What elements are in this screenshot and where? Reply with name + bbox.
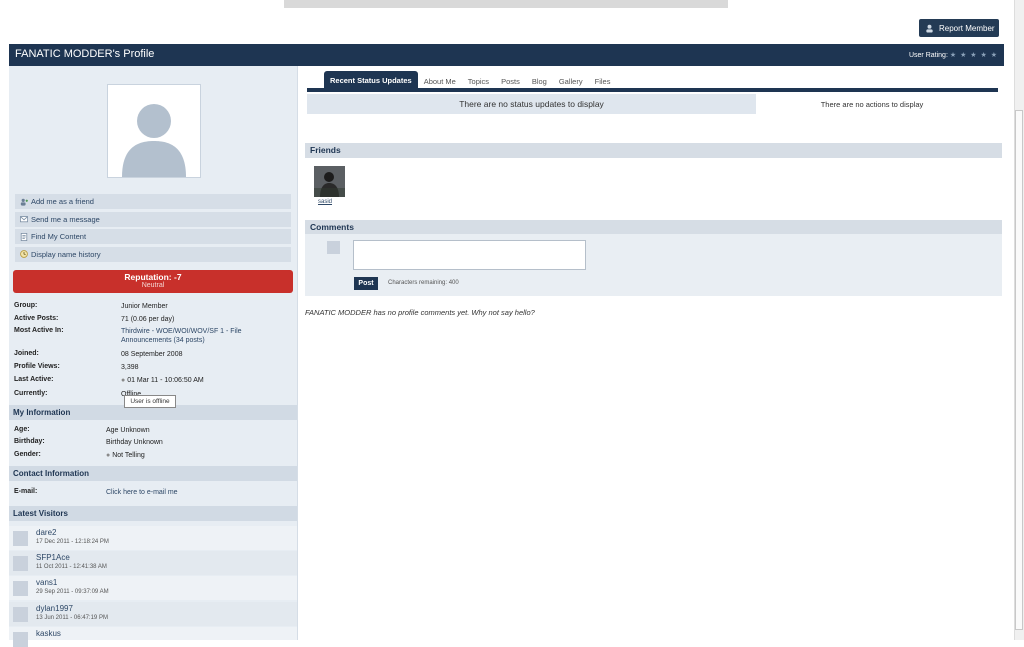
last-active-text: 01 Mar 11 - 10:06:50 AM bbox=[127, 377, 204, 384]
visitor-name[interactable]: SFP1Ace bbox=[36, 553, 70, 562]
commenter-avatar bbox=[327, 241, 340, 254]
visitor-date: 11 Oct 2011 - 12:41:38 AM bbox=[36, 564, 107, 570]
posts-key: Active Posts: bbox=[14, 315, 59, 322]
report-member-label: Report Member bbox=[939, 23, 995, 33]
status-updates-message: There are no status updates to display bbox=[307, 94, 756, 114]
visitor-row[interactable]: vans1 29 Sep 2011 - 09:37:09 AM bbox=[9, 576, 297, 600]
profile-actions: Add me as a friend Send me a message Fin… bbox=[15, 194, 291, 264]
group-key: Group: bbox=[14, 302, 38, 309]
posts-value: 71 (0.06 per day) bbox=[121, 316, 175, 323]
history-icon bbox=[20, 250, 28, 258]
email-link[interactable]: Click here to e-mail me bbox=[106, 488, 266, 497]
visitor-row[interactable]: dylan1997 13 Jun 2011 - 06:47:19 PM bbox=[9, 602, 297, 626]
send-message-action[interactable]: Send me a message bbox=[15, 211, 291, 227]
friend-name-link[interactable]: sasid bbox=[318, 199, 332, 205]
contact-information-header: Contact Information bbox=[9, 466, 297, 481]
views-value: 3,398 bbox=[121, 364, 139, 371]
message-icon bbox=[20, 216, 28, 223]
user-rating-label: User Rating: bbox=[908, 52, 948, 59]
add-friend-action[interactable]: Add me as a friend bbox=[15, 194, 291, 209]
visitor-date: 17 Dec 2011 - 12:18:24 PM bbox=[36, 539, 109, 545]
visitor-row[interactable]: dare2 17 Dec 2011 - 12:18:24 PM bbox=[9, 526, 297, 550]
friends-header: Friends bbox=[305, 143, 1002, 158]
find-content-label: Find My Content bbox=[31, 232, 87, 241]
reputation-badge: Reputation: -7 Neutral bbox=[13, 270, 293, 293]
report-member-button[interactable]: Report Member bbox=[919, 19, 999, 37]
visitor-name[interactable]: dare2 bbox=[36, 528, 56, 537]
profile-avatar bbox=[107, 84, 201, 178]
most-active-key: Most Active In: bbox=[14, 327, 64, 334]
visitor-name[interactable]: dylan1997 bbox=[36, 604, 73, 613]
views-key: Profile Views: bbox=[14, 363, 60, 370]
find-content-action[interactable]: Find My Content bbox=[15, 229, 291, 244]
offline-tooltip: User is offline bbox=[124, 395, 176, 408]
gender-icon: ● bbox=[106, 452, 111, 459]
send-message-label: Send me a message bbox=[31, 214, 100, 224]
profile-title-bar: FANATIC MODDER's Profile User Rating: ★ … bbox=[9, 44, 1004, 66]
reputation-status: Neutral bbox=[141, 282, 165, 289]
last-active-key: Last Active: bbox=[14, 376, 54, 383]
visitor-date: 13 Jun 2011 - 06:47:19 PM bbox=[36, 615, 108, 621]
joined-value: 08 September 2008 bbox=[121, 351, 183, 358]
name-history-label: Display name history bbox=[31, 249, 101, 259]
age-value: Age Unknown bbox=[106, 427, 150, 434]
profile-sidebar: Add me as a friend Send me a message Fin… bbox=[9, 66, 298, 647]
user-rating: User Rating: ★ ★ ★ ★ ★ bbox=[909, 51, 998, 59]
post-button[interactable]: Post bbox=[354, 277, 378, 290]
visitor-row[interactable]: kaskus bbox=[9, 627, 297, 647]
add-friend-icon bbox=[20, 198, 28, 206]
gender-value: ● Not Telling bbox=[106, 451, 266, 460]
visitor-avatar bbox=[13, 531, 28, 546]
group-value: Junior Member bbox=[121, 303, 168, 310]
birthday-value: Birthday Unknown bbox=[106, 439, 163, 446]
visitor-avatar bbox=[13, 607, 28, 622]
tab-underline bbox=[307, 88, 998, 92]
default-avatar-icon bbox=[122, 104, 186, 177]
content-icon bbox=[20, 232, 28, 241]
visitor-name[interactable]: vans1 bbox=[36, 578, 57, 587]
rating-stars[interactable]: ★ ★ ★ ★ ★ bbox=[950, 52, 998, 59]
page-scrollbar-thumb[interactable] bbox=[1015, 110, 1023, 630]
gender-text: Not Telling bbox=[112, 452, 145, 459]
latest-visitors-header: Latest Visitors bbox=[9, 506, 297, 521]
visitor-avatar bbox=[13, 581, 28, 596]
visitor-avatar bbox=[13, 556, 28, 571]
visitor-name[interactable]: kaskus bbox=[36, 629, 61, 638]
no-actions-message: There are no actions to display bbox=[820, 100, 924, 109]
comments-header: Comments bbox=[305, 220, 1002, 235]
user-report-icon bbox=[926, 24, 933, 33]
clock-icon: ● bbox=[121, 377, 126, 384]
no-comments-message: FANATIC MODDER has no profile comments y… bbox=[305, 308, 535, 317]
last-active-value: ● 01 Mar 11 - 10:06:50 AM bbox=[121, 376, 281, 385]
most-active-link[interactable]: Thirdwire - WOE/WOI/WOV/SF 1 - File Anno… bbox=[121, 327, 281, 345]
name-history-action[interactable]: Display name history bbox=[15, 246, 291, 262]
visitor-date: 29 Sep 2011 - 09:37:09 AM bbox=[36, 589, 109, 595]
add-friend-label: Add me as a friend bbox=[31, 197, 94, 206]
characters-remaining: Characters remaining: 400 bbox=[388, 280, 459, 286]
top-banner-ad[interactable] bbox=[284, 0, 728, 8]
reputation-value: Reputation: -7 bbox=[124, 272, 182, 282]
joined-key: Joined: bbox=[14, 350, 39, 357]
friend-photo-icon bbox=[314, 166, 345, 197]
comment-form: Post Characters remaining: 400 bbox=[305, 234, 1002, 296]
page-title: FANATIC MODDER's Profile bbox=[15, 48, 155, 60]
comment-textarea[interactable] bbox=[353, 240, 586, 270]
currently-key: Currently: bbox=[14, 390, 48, 397]
friend-avatar[interactable] bbox=[314, 166, 345, 197]
visitor-row[interactable]: SFP1Ace 11 Oct 2011 - 12:41:38 AM bbox=[9, 551, 297, 575]
